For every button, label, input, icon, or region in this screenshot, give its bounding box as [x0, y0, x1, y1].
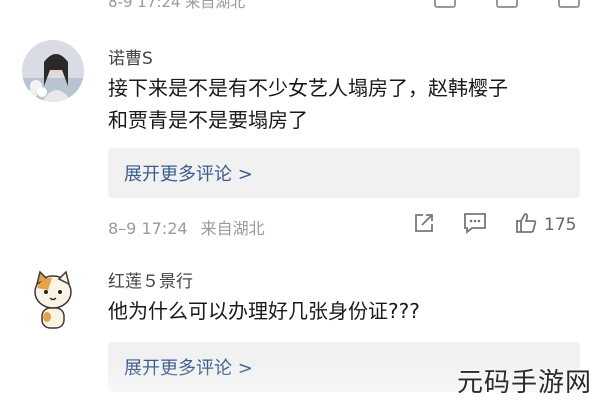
- share-icon[interactable]: [412, 211, 436, 239]
- like-count: 175: [544, 215, 577, 235]
- timestamp: 8–9 17:24: [108, 219, 188, 238]
- comment-actions: 175: [412, 211, 576, 239]
- comment-meta: 8–9 17:24 来自湖北: [108, 215, 265, 239]
- username[interactable]: 红莲５景行: [108, 267, 193, 292]
- location: 来自湖北: [200, 219, 265, 238]
- avatar[interactable]: [22, 40, 84, 102]
- comment-text: 他为什么可以办理好几张身份证???: [108, 295, 588, 327]
- cat-avatar-icon: [28, 264, 78, 332]
- comment-icon[interactable]: [462, 211, 488, 239]
- comment-item: 诺曹S 接下来是不是有不少女艺人塌房了，赵韩樱子 和贾青是不是要塌房了 展开更多…: [0, 0, 600, 250]
- comment-text-line: 他为什么可以办理好几张身份证???: [108, 299, 420, 323]
- username[interactable]: 诺曹S: [108, 44, 153, 69]
- comment-text-line: 和贾青是不是要塌房了: [108, 108, 308, 132]
- more-replies-link[interactable]: 展开更多评论 >: [124, 160, 253, 186]
- like-icon[interactable]: [514, 211, 538, 239]
- watermark: 元码手游网: [456, 368, 592, 398]
- comment-text: 接下来是不是有不少女艺人塌房了，赵韩樱子 和贾青是不是要塌房了: [108, 72, 588, 136]
- more-replies-box[interactable]: 展开更多评论 >: [108, 148, 580, 198]
- avatar-photo: [22, 40, 84, 102]
- avatar[interactable]: [28, 264, 78, 332]
- comment-text-line: 接下来是不是有不少女艺人塌房了，赵韩樱子: [108, 76, 508, 100]
